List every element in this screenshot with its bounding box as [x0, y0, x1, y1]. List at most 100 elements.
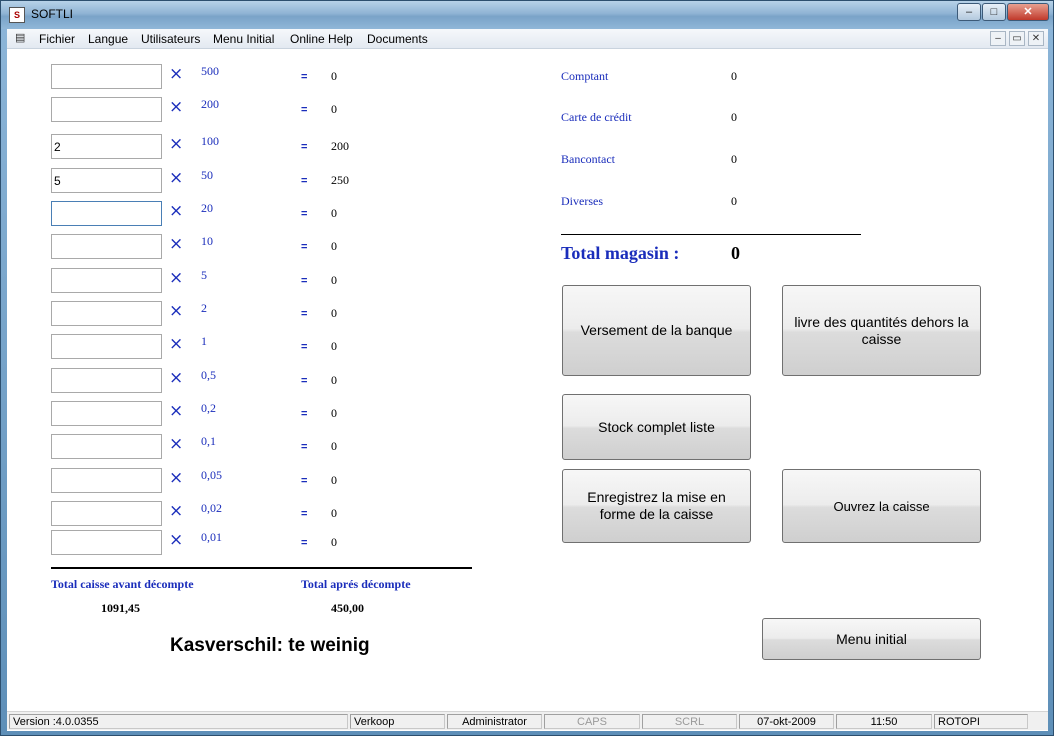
minimize-button[interactable]: –: [957, 3, 981, 21]
row-result: 0: [331, 339, 337, 353]
quantity-input[interactable]: [51, 401, 162, 426]
payments-divider: [561, 234, 861, 235]
equals-sign: =: [301, 208, 308, 220]
denomination-row: × 10 = 0: [7, 234, 487, 264]
menu-langue[interactable]: Langue: [88, 32, 128, 46]
denomination-value: 20: [201, 201, 213, 215]
row-result: 0: [331, 69, 337, 83]
denomination-row: × 0,05 = 0: [7, 468, 487, 498]
menu-documents[interactable]: Documents: [367, 32, 428, 46]
row-result: 0: [331, 206, 337, 220]
times-icon: ×: [169, 201, 184, 221]
quantity-input[interactable]: [51, 334, 162, 359]
denomination-value: 50: [201, 168, 213, 182]
menu-online-help[interactable]: Online Help: [290, 32, 353, 46]
status-bar: Version :4.0.0355 Verkoop Administrator …: [7, 711, 1048, 730]
equals-sign: =: [301, 408, 308, 420]
denomination-value: 0,05: [201, 468, 222, 482]
quantity-input[interactable]: [51, 530, 162, 555]
denomination-row: × 5 = 0: [7, 268, 487, 298]
times-icon: ×: [169, 168, 184, 188]
menu-bar: ▤ Fichier Langue Utilisateurs Menu Initi…: [7, 29, 1048, 49]
total-magasin-value: 0: [731, 243, 740, 263]
payment-value-bancontact: 0: [731, 152, 737, 166]
versement-banque-button[interactable]: Versement de la banque: [562, 285, 751, 376]
quantity-input[interactable]: [51, 468, 162, 493]
status-user: Administrator: [447, 714, 542, 729]
status-date: 07-okt-2009: [739, 714, 834, 729]
status-company: ROTOPI: [934, 714, 1028, 729]
denomination-value: 0,1: [201, 434, 216, 448]
equals-sign: =: [301, 104, 308, 116]
menu-menu-initial[interactable]: Menu Initial: [213, 32, 274, 46]
quantity-input[interactable]: [51, 201, 162, 226]
quantity-input[interactable]: [51, 97, 162, 122]
denomination-row: × 2 = 0: [7, 301, 487, 331]
equals-sign: =: [301, 375, 308, 387]
cash-difference-message: Kasverschil: te weinig: [170, 635, 370, 656]
menu-utilisateurs[interactable]: Utilisateurs: [141, 32, 200, 46]
mdi-close-button[interactable]: ✕: [1028, 31, 1044, 46]
status-version: Version :4.0.0355: [9, 714, 348, 729]
denomination-value: 500: [201, 64, 219, 78]
equals-sign: =: [301, 441, 308, 453]
equals-sign: =: [301, 275, 308, 287]
mdi-minimize-button[interactable]: –: [990, 31, 1006, 46]
denomination-row: × 0,2 = 0: [7, 401, 487, 431]
times-icon: ×: [169, 301, 184, 321]
quantity-input[interactable]: [51, 64, 162, 89]
denomination-row: × 0,1 = 0: [7, 434, 487, 464]
system-menu-icon[interactable]: ▤: [15, 32, 29, 45]
menu-initial-button[interactable]: Menu initial: [762, 618, 981, 660]
livre-quantites-button[interactable]: livre des quantités dehors la caisse: [782, 285, 981, 376]
status-scrl: SCRL: [642, 714, 737, 729]
denomination-row: × 0,01 = 0: [7, 530, 487, 560]
denomination-value: 0,01: [201, 530, 222, 544]
denomination-value: 10: [201, 234, 213, 248]
equals-sign: =: [301, 141, 308, 153]
maximize-button[interactable]: □: [982, 3, 1006, 21]
denomination-row: × 50 = 250: [7, 168, 487, 198]
denomination-value: 0,5: [201, 368, 216, 382]
enregistrez-caisse-button[interactable]: Enregistrez la mise en forme de la caiss…: [562, 469, 751, 543]
row-result: 0: [331, 506, 337, 520]
payment-label-bancontact: Bancontact: [561, 152, 615, 166]
row-result: 0: [331, 373, 337, 387]
quantity-input[interactable]: [51, 501, 162, 526]
times-icon: ×: [169, 334, 184, 354]
row-result: 0: [331, 406, 337, 420]
quantity-input[interactable]: [51, 134, 162, 159]
denomination-value: 5: [201, 268, 207, 282]
app-window: S SOFTLI – □ ✕ ▤ Fichier Langue Utilisat…: [0, 0, 1054, 736]
quantity-input[interactable]: [51, 168, 162, 193]
quantity-input[interactable]: [51, 268, 162, 293]
close-button[interactable]: ✕: [1007, 3, 1049, 21]
times-icon: ×: [169, 401, 184, 421]
payment-label-diverses: Diverses: [561, 194, 603, 208]
denomination-row: × 0,5 = 0: [7, 368, 487, 398]
denomination-row: × 200 = 0: [7, 97, 487, 127]
denomination-row: × 20 = 0: [7, 201, 487, 231]
quantity-input[interactable]: [51, 368, 162, 393]
payment-value-comptant: 0: [731, 69, 737, 83]
quantity-input[interactable]: [51, 434, 162, 459]
times-icon: ×: [169, 134, 184, 154]
title-bar[interactable]: S SOFTLI – □ ✕: [1, 1, 1053, 29]
times-icon: ×: [169, 501, 184, 521]
row-result: 0: [331, 439, 337, 453]
stock-complet-button[interactable]: Stock complet liste: [562, 394, 751, 460]
quantity-input[interactable]: [51, 234, 162, 259]
mdi-restore-button[interactable]: ▭: [1009, 31, 1025, 46]
status-time: 11:50: [836, 714, 932, 729]
denomination-value: 2: [201, 301, 207, 315]
menu-fichier[interactable]: Fichier: [39, 32, 75, 46]
total-magasin-label: Total magasin :: [561, 243, 680, 263]
row-result: 200: [331, 139, 349, 153]
ouvrez-caisse-button[interactable]: Ouvrez la caisse: [782, 469, 981, 543]
equals-sign: =: [301, 341, 308, 353]
times-icon: ×: [169, 234, 184, 254]
total-before-value: 1091,45: [101, 601, 140, 615]
quantity-input[interactable]: [51, 301, 162, 326]
times-icon: ×: [169, 468, 184, 488]
denomination-value: 1: [201, 334, 207, 348]
